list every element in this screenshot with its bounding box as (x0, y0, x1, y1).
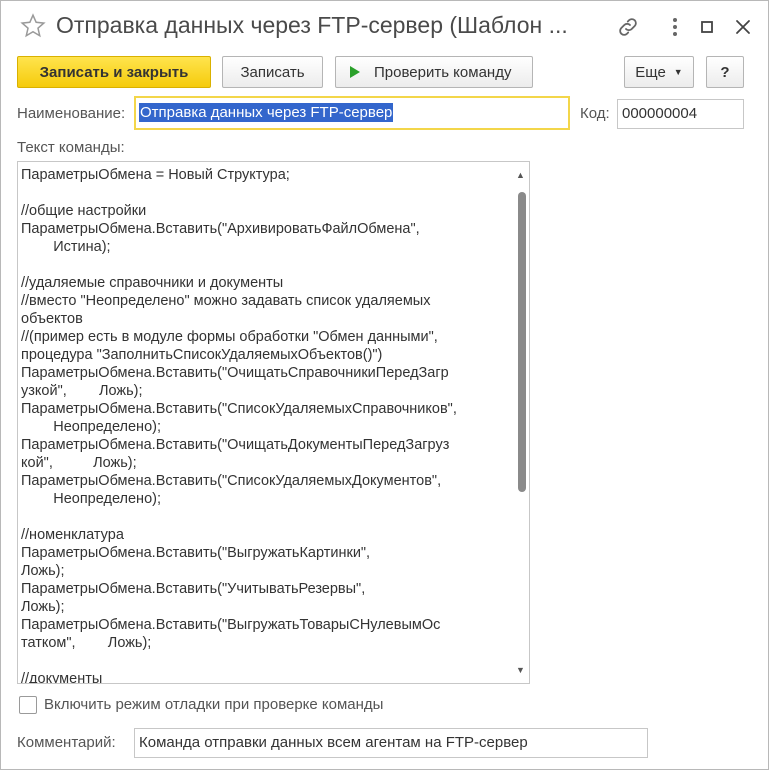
code-input[interactable]: 000000004 (617, 99, 744, 129)
more-button[interactable]: Еще ▼ (624, 56, 694, 88)
help-label: ? (720, 63, 730, 81)
comment-input[interactable]: Команда отправки данных всем агентам на … (134, 728, 648, 758)
scroll-up-icon[interactable]: ▲ (516, 170, 525, 180)
scroll-down-icon[interactable]: ▼ (516, 665, 525, 675)
window-title: Отправка данных через FTP-сервер (Шаблон… (56, 12, 568, 38)
play-icon (350, 66, 360, 78)
help-button[interactable]: ? (706, 56, 744, 88)
more-vertical-icon[interactable] (663, 15, 687, 39)
name-input[interactable]: Отправка данных через FTP-сервер (134, 96, 570, 130)
more-label: Еще (635, 63, 666, 81)
save-and-close-label: Записать и закрыть (39, 63, 189, 81)
title-bar: Отправка данных через FTP-сервер (Шаблон… (1, 1, 768, 53)
command-text-label: Текст команды: (17, 139, 125, 156)
name-label: Наименование: (17, 105, 126, 122)
link-icon[interactable] (616, 15, 640, 39)
save-button[interactable]: Записать (222, 56, 323, 88)
form-window: Отправка данных через FTP-сервер (Шаблон… (0, 0, 769, 770)
maximize-icon[interactable] (695, 15, 719, 39)
debug-mode-checkbox[interactable] (19, 696, 37, 714)
code-label: Код: (580, 105, 610, 122)
scroll-thumb[interactable] (518, 192, 526, 492)
save-and-close-button[interactable]: Записать и закрыть (17, 56, 211, 88)
check-command-button[interactable]: Проверить команду (335, 56, 533, 88)
star-icon[interactable] (20, 13, 46, 39)
check-command-label: Проверить команду (374, 63, 512, 81)
comment-label: Комментарий: (17, 734, 116, 751)
name-value: Отправка данных через FTP-сервер (139, 103, 394, 122)
save-label: Записать (240, 63, 305, 81)
vertical-scrollbar[interactable]: ▲ ▼ (513, 162, 529, 683)
caret-down-icon: ▼ (673, 67, 683, 77)
command-textarea[interactable]: ПараметрыОбмена = Новый Структура; //общ… (17, 161, 530, 684)
close-icon[interactable] (731, 15, 755, 39)
debug-mode-label: Включить режим отладки при проверке кома… (44, 696, 384, 713)
command-text[interactable]: ПараметрыОбмена = Новый Структура; //общ… (21, 166, 511, 683)
